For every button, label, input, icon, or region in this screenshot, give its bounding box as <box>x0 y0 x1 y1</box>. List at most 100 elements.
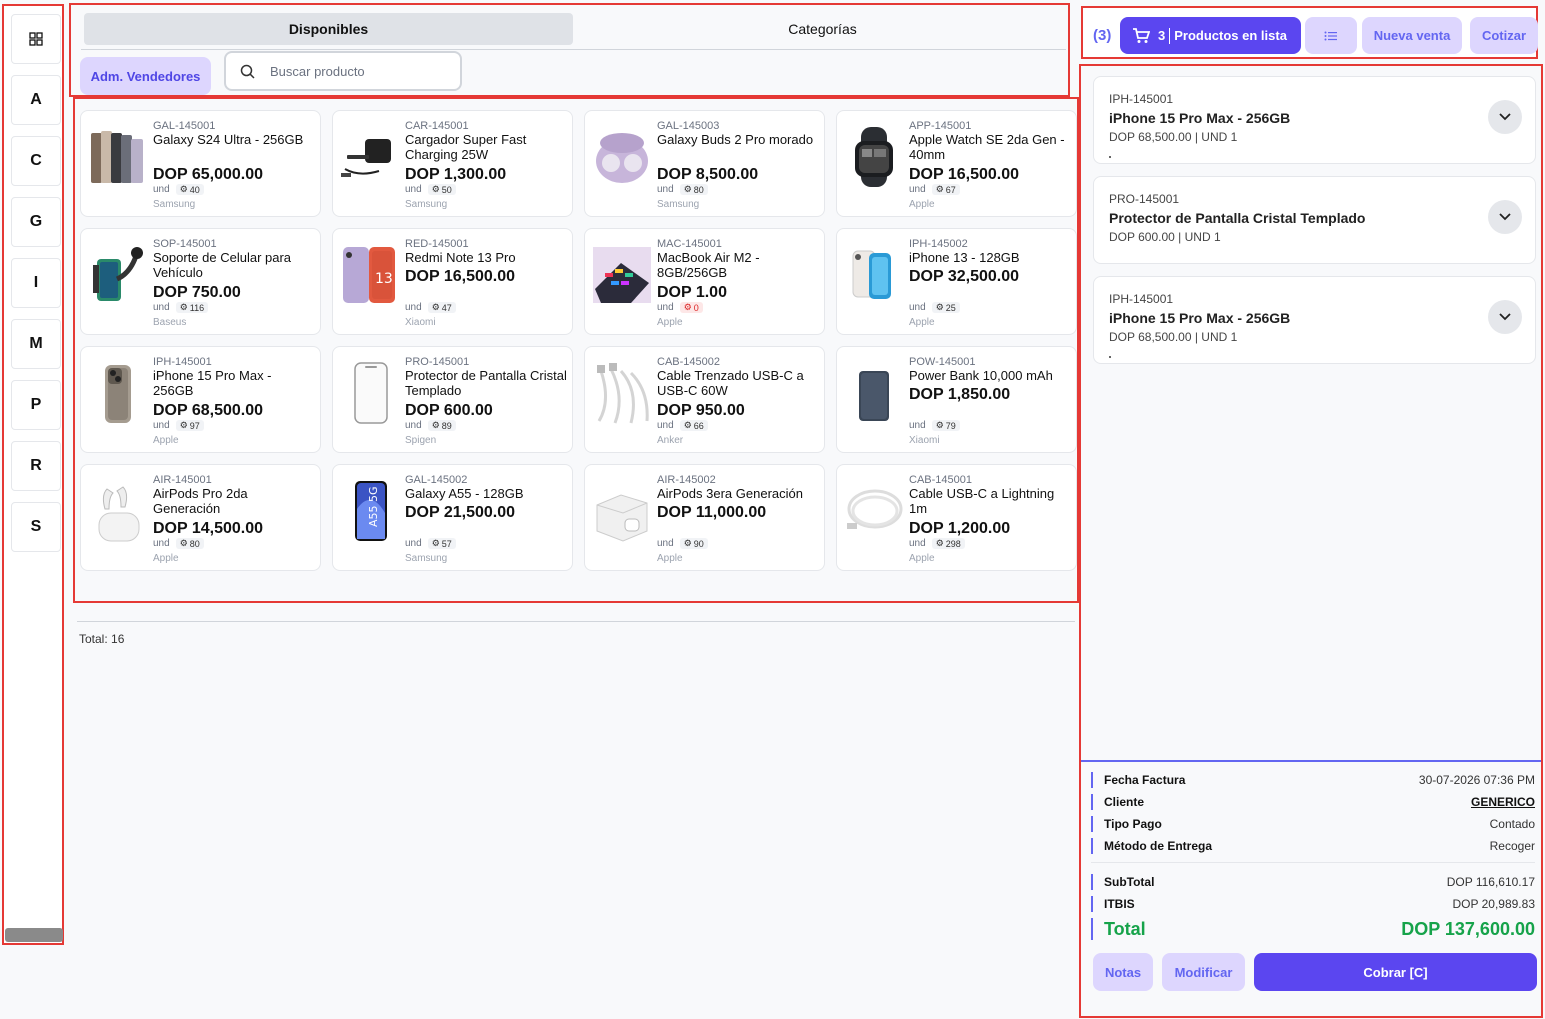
product-card[interactable]: CAB-145001 Cable USB-C a Lightning 1m DO… <box>836 464 1077 571</box>
stock-count: 116 <box>189 302 205 313</box>
search-box[interactable] <box>224 51 462 91</box>
list-count: 3 <box>1158 28 1166 43</box>
letter-button-c[interactable]: C <box>11 136 61 186</box>
cart-item-meta: DOP 68,500.00 | UND 1 <box>1109 330 1238 344</box>
new-sale-button[interactable]: Nueva venta <box>1362 17 1462 54</box>
tab-available[interactable]: Disponibles <box>84 13 573 45</box>
products-list-button[interactable]: 3 Productos en lista <box>1120 17 1301 54</box>
cart-item[interactable]: IPH-145001 iPhone 15 Pro Max - 256GB DOP… <box>1093 276 1536 364</box>
product-meta: und ⚙ 90 <box>657 538 708 549</box>
notes-button[interactable]: Notas <box>1093 953 1153 991</box>
expand-button[interactable] <box>1488 100 1522 134</box>
list-view-button[interactable] <box>1305 17 1357 54</box>
expand-button[interactable] <box>1488 300 1522 334</box>
product-meta: und ⚙ 79 <box>909 420 960 431</box>
product-card[interactable]: IPH-145001 iPhone 15 Pro Max - 256GB DOP… <box>80 346 321 453</box>
product-code: MAC-145001 <box>657 238 722 250</box>
stock-count: 79 <box>945 420 956 431</box>
product-card[interactable]: A55 5G GAL-145002 Galaxy A55 - 128GB DOP… <box>332 464 573 571</box>
chevron-down-icon <box>1499 313 1511 321</box>
product-image <box>855 127 893 187</box>
product-code: IPH-145001 <box>153 356 212 368</box>
expand-button[interactable] <box>1488 200 1522 234</box>
modify-button[interactable]: Modificar <box>1162 953 1245 991</box>
letter-button-i[interactable]: I <box>11 258 61 308</box>
grid-view-button[interactable] <box>11 14 61 64</box>
subtotal-row: SubTotal DOP 116,610.17 <box>1091 874 1535 890</box>
itbis-row: ITBIS DOP 20,989.83 <box>1091 896 1535 912</box>
stock-badge: ⚙ 116 <box>175 302 209 313</box>
product-card[interactable]: CAR-145001 Cargador Super Fast Charging … <box>332 110 573 217</box>
itbis-label: ITBIS <box>1104 897 1135 911</box>
letter-button-r[interactable]: R <box>11 441 61 491</box>
charge-button[interactable]: Cobrar [C] <box>1254 953 1537 991</box>
product-image <box>354 362 388 424</box>
product-card[interactable]: GAL-145001 Galaxy S24 Ultra - 256GB DOP … <box>80 110 321 217</box>
product-name: Apple Watch SE 2da Gen - 40mm <box>909 132 1065 162</box>
box-icon: ⚙ <box>683 184 692 194</box>
letter-button-a[interactable]: A <box>11 75 61 125</box>
search-input[interactable] <box>270 63 450 79</box>
payment-type-value: Contado <box>1489 817 1535 831</box>
product-unit: und <box>909 302 926 313</box>
product-card[interactable]: SOP-145001 Soporte de Celular para Vehíc… <box>80 228 321 335</box>
product-code: PRO-145001 <box>405 356 470 368</box>
box-icon: ⚙ <box>683 302 692 312</box>
box-icon: ⚙ <box>935 184 944 194</box>
product-card[interactable]: AIR-145001 AirPods Pro 2da Generación DO… <box>80 464 321 571</box>
product-card[interactable]: PRO-145001 Protector de Pantalla Cristal… <box>332 346 573 453</box>
product-meta: und ⚙ 0 <box>657 302 703 313</box>
stock-count: 80 <box>693 184 704 195</box>
product-price: DOP 1,850.00 <box>909 386 1011 403</box>
product-meta: und ⚙ 57 <box>405 538 456 549</box>
product-price: DOP 65,000.00 <box>153 166 264 183</box>
tab-categories[interactable]: Categorías <box>579 13 1066 45</box>
stock-badge: ⚙ 66 <box>679 420 708 431</box>
stock-badge: ⚙ 97 <box>175 420 204 431</box>
product-card[interactable]: IPH-145002 iPhone 13 - 128GB DOP 32,500.… <box>836 228 1077 335</box>
letter-button-p[interactable]: P <box>11 380 61 430</box>
product-brand: Apple <box>657 317 683 328</box>
letter-button-m[interactable]: M <box>11 319 61 369</box>
product-code: CAR-145001 <box>405 120 469 132</box>
product-image <box>593 247 651 303</box>
grid-footer-divider <box>77 621 1075 622</box>
stock-badge: ⚙ 47 <box>427 302 456 313</box>
product-code: APP-145001 <box>909 120 972 132</box>
product-code: CAB-145001 <box>909 474 972 486</box>
product-meta: und ⚙ 25 <box>909 302 960 313</box>
product-code: IPH-145002 <box>909 238 968 250</box>
cart-item[interactable]: IPH-145001 iPhone 15 Pro Max - 256GB DOP… <box>1093 76 1536 164</box>
cart-item[interactable]: PRO-145001 Protector de Pantalla Cristal… <box>1093 176 1536 264</box>
product-card[interactable]: MAC-145001 MacBook Air M2 - 8GB/256GB DO… <box>584 228 825 335</box>
product-code: GAL-145002 <box>405 474 468 486</box>
sidebar-scrollbar[interactable] <box>5 928 63 942</box>
product-card[interactable]: POW-145001 Power Bank 10,000 mAh DOP 1,8… <box>836 346 1077 453</box>
product-unit: und <box>405 538 422 549</box>
client-link[interactable]: GENERICO <box>1471 795 1535 809</box>
product-brand: Xiaomi <box>909 435 940 446</box>
delivery-row: Método de Entrega Recoger <box>1091 838 1535 854</box>
grid-icon <box>29 32 43 46</box>
product-image <box>98 486 140 542</box>
quote-button[interactable]: Cotizar <box>1470 17 1538 54</box>
product-brand: Samsung <box>657 199 700 210</box>
product-name: Galaxy Buds 2 Pro morado <box>657 132 814 147</box>
stock-count: 67 <box>945 184 956 195</box>
stock-count: 90 <box>693 538 704 549</box>
product-unit: und <box>657 538 674 549</box>
product-meta: und ⚙ 298 <box>909 538 965 549</box>
product-card[interactable]: 13 RED-145001 Redmi Note 13 Pro DOP 16,5… <box>332 228 573 335</box>
delivery-value: Recoger <box>1489 839 1535 853</box>
manage-sellers-button[interactable]: Adm. Vendedores <box>80 57 211 95</box>
product-card[interactable]: AIR-145002 AirPods 3era Generación DOP 1… <box>584 464 825 571</box>
letter-button-g[interactable]: G <box>11 197 61 247</box>
total-label: Total <box>1104 918 1146 939</box>
product-card[interactable]: GAL-145003 Galaxy Buds 2 Pro morado DOP … <box>584 110 825 217</box>
product-card[interactable]: CAB-145002 Cable Trenzado USB-C a USB-C … <box>584 346 825 453</box>
letter-button-s[interactable]: S <box>11 502 61 552</box>
product-unit: und <box>405 184 422 195</box>
product-image <box>93 247 143 301</box>
product-grid: GAL-145001 Galaxy S24 Ultra - 256GB DOP … <box>73 97 1079 603</box>
product-card[interactable]: APP-145001 Apple Watch SE 2da Gen - 40mm… <box>836 110 1077 217</box>
